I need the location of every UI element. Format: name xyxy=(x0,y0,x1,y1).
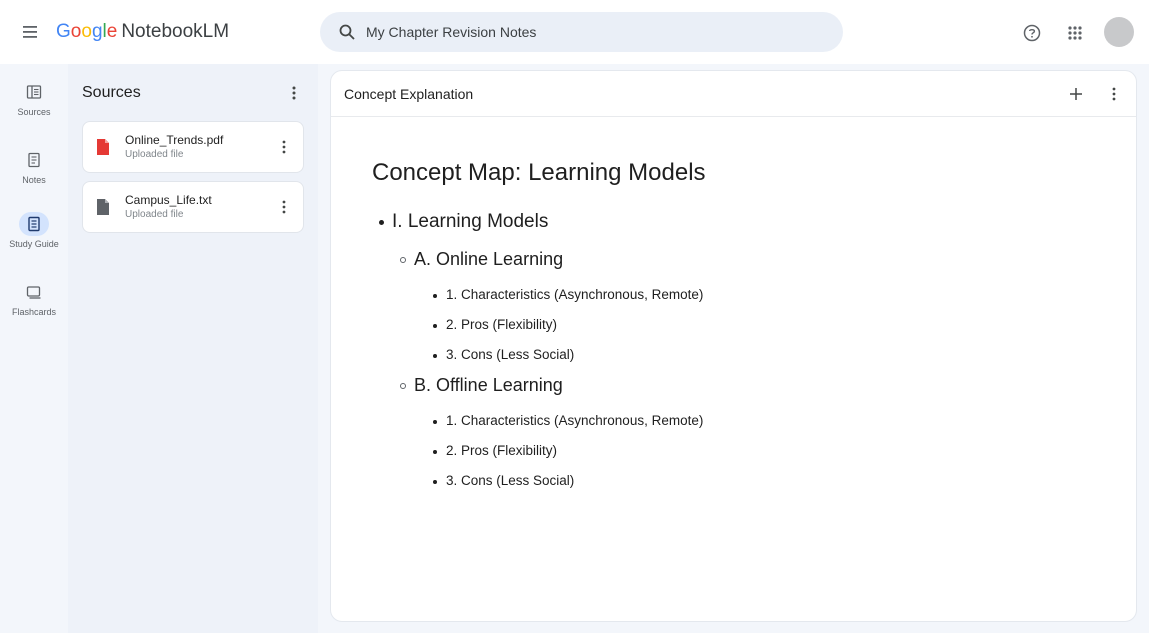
outline-item-text: 3. Cons (Less Social) xyxy=(446,347,575,362)
outline-item: 1. Characteristics (Asynchronous, Remote… xyxy=(376,407,1096,437)
outline-item-text: 3. Cons (Less Social) xyxy=(446,473,575,488)
app-logo[interactable]: Google NotebookLM xyxy=(56,20,229,44)
outline-item-text: 2. Pros (Flexibility) xyxy=(446,317,558,332)
rail-label-sources: Sources xyxy=(17,107,51,117)
menu-icon[interactable] xyxy=(20,22,44,42)
source-subtitle: Uploaded file xyxy=(125,149,184,160)
product-name: NotebookLM xyxy=(121,21,230,42)
sources-more-options-icon[interactable] xyxy=(284,82,304,104)
outline-item: 2. Pros (Flexibility) xyxy=(376,437,1096,467)
panel-title: Concept Explanation xyxy=(344,86,474,102)
notes-icon xyxy=(19,148,49,172)
outline-heading-text: I. Learning Models xyxy=(392,211,549,232)
concept-outline: I. Learning Models A. Online Learning 1.… xyxy=(376,211,1096,497)
hollow-bullet-icon xyxy=(400,383,406,389)
search-icon xyxy=(339,24,355,40)
outline-item-text: 1. Characteristics (Asynchronous, Remote… xyxy=(446,287,704,302)
sources-panel: Sources Online_Trends.pdf Uploaded file … xyxy=(68,64,318,633)
bullet-icon xyxy=(433,354,437,358)
bullet-icon xyxy=(433,294,437,298)
outline-item: 3. Cons (Less Social) xyxy=(376,467,1096,497)
apps-grid-icon[interactable] xyxy=(1064,22,1086,44)
source-name: Online_Trends.pdf xyxy=(125,133,224,147)
source-more-options-icon[interactable] xyxy=(277,196,291,218)
bullet-icon xyxy=(433,450,437,454)
outline-section: B. Offline Learning xyxy=(376,375,1096,407)
navigation-rail: Sources Notes Study Guide Flashcards xyxy=(0,64,68,633)
add-icon[interactable] xyxy=(1065,83,1087,105)
outline-item: 2. Pros (Flexibility) xyxy=(376,311,1096,341)
rail-item-flashcards[interactable]: Flashcards xyxy=(0,280,68,336)
panel-header: Concept Explanation xyxy=(331,71,1136,117)
flashcards-icon xyxy=(19,280,49,304)
rail-label-flashcards: Flashcards xyxy=(11,307,56,317)
outline-heading: I. Learning Models xyxy=(376,211,1096,249)
sources-title: Sources xyxy=(82,84,141,101)
rail-label-notes: Notes xyxy=(22,175,46,185)
text-file-icon xyxy=(97,199,109,215)
rail-label-study-guide: Study Guide xyxy=(9,239,59,249)
rail-item-sources[interactable]: Sources xyxy=(0,80,68,136)
source-subtitle: Uploaded file xyxy=(125,209,184,220)
outline-item: 1. Characteristics (Asynchronous, Remote… xyxy=(376,281,1096,311)
top-bar: Google NotebookLM xyxy=(0,0,1149,64)
rail-item-notes[interactable]: Notes xyxy=(0,148,68,204)
sources-icon xyxy=(19,80,49,104)
outline-item-text: 1. Characteristics (Asynchronous, Remote… xyxy=(446,413,704,428)
outline-item: 3. Cons (Less Social) xyxy=(376,341,1096,371)
source-more-options-icon[interactable] xyxy=(277,136,291,158)
outline-section: A. Online Learning xyxy=(376,249,1096,281)
help-icon[interactable] xyxy=(1021,22,1043,44)
hollow-bullet-icon xyxy=(400,257,406,263)
outline-item-text: 2. Pros (Flexibility) xyxy=(446,443,558,458)
bullet-icon xyxy=(433,324,437,328)
source-card[interactable]: Online_Trends.pdf Uploaded file xyxy=(82,121,304,173)
concept-explanation-panel: Concept Explanation Concept Map: Learnin… xyxy=(330,70,1137,622)
source-card[interactable]: Campus_Life.txt Uploaded file xyxy=(82,181,304,233)
bullet-icon xyxy=(433,480,437,484)
source-name: Campus_Life.txt xyxy=(125,193,212,207)
section-heading: A. Online Learning xyxy=(414,249,564,269)
search-input[interactable] xyxy=(366,12,826,52)
bullet-icon xyxy=(433,420,437,424)
bullet-icon xyxy=(379,220,384,225)
avatar[interactable] xyxy=(1104,17,1134,47)
search-bar[interactable] xyxy=(320,12,843,52)
document-title: Concept Map: Learning Models xyxy=(372,159,706,186)
rail-item-study-guide[interactable]: Study Guide xyxy=(0,212,68,268)
pdf-file-icon xyxy=(97,139,109,155)
study-guide-icon xyxy=(19,212,49,236)
section-heading: B. Offline Learning xyxy=(414,375,563,395)
panel-more-options-icon[interactable] xyxy=(1107,83,1121,105)
google-logo-text: Google xyxy=(56,21,118,42)
